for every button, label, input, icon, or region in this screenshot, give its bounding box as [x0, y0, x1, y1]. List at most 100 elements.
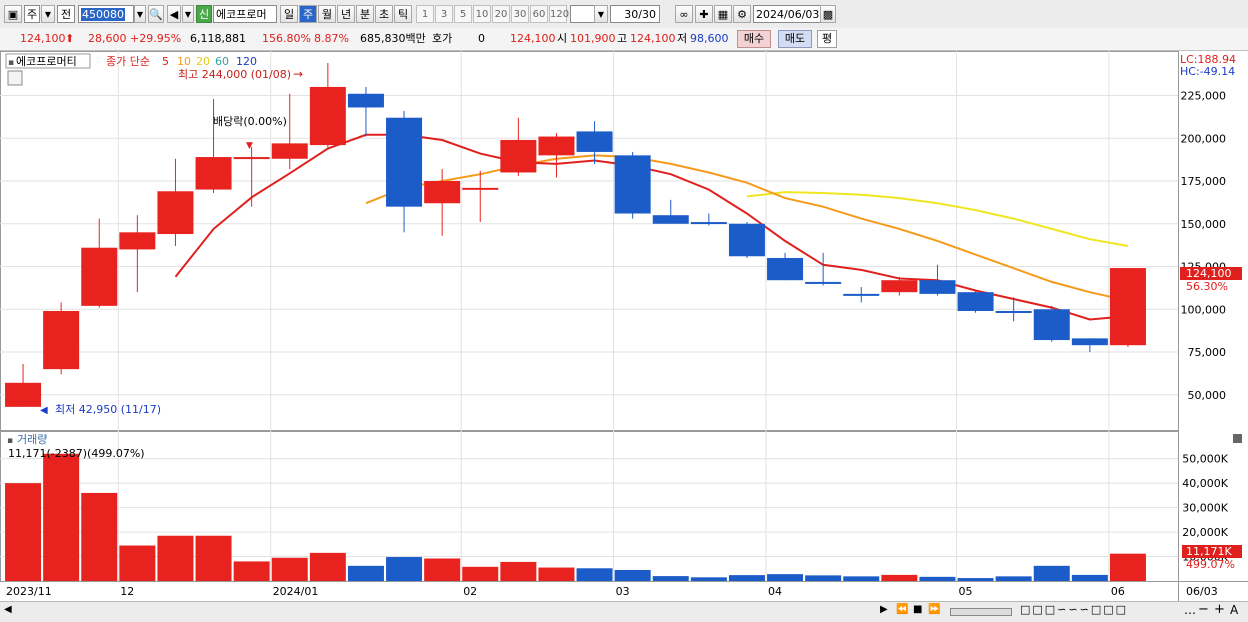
type-select[interactable]: 주: [24, 5, 40, 23]
low-label: 저: [677, 32, 688, 45]
volume-bar: [195, 535, 232, 581]
binoculars-icon[interactable]: ∞: [675, 5, 693, 23]
date-label: 02: [463, 585, 477, 598]
chevron-down-icon[interactable]: ▼: [134, 5, 146, 23]
gear-icon[interactable]: ⚙: [733, 5, 751, 23]
volume-value: 6,118,881: [190, 32, 246, 45]
interval-tab-30[interactable]: 30: [511, 5, 529, 23]
chevron-down-icon[interactable]: ▼: [594, 5, 608, 23]
volume-bar: [386, 557, 423, 581]
trade-amount: 685,830백만: [360, 32, 426, 45]
volume-ratio: 156.80%: [262, 32, 311, 45]
stock-name: 에코프로머: [213, 5, 277, 23]
sell-button[interactable]: 매도: [778, 30, 812, 48]
dividend-marker-icon: ▼: [246, 141, 253, 151]
zoom-out-icon[interactable]: −: [1198, 602, 1209, 617]
chart-area: 225,000200,000175,000150,000125,000100,0…: [0, 51, 1248, 601]
chevron-down-icon[interactable]: ▼: [182, 5, 194, 23]
volume-bar: [271, 557, 308, 581]
volume-bar: [614, 569, 651, 581]
volume-title: 거래량: [17, 433, 47, 446]
interval-tab-5[interactable]: 5: [454, 5, 472, 23]
code-input[interactable]: 450080: [78, 5, 134, 23]
crosshair-icon[interactable]: ✚: [695, 5, 713, 23]
volume-bar: [728, 575, 765, 581]
candle-body: [43, 310, 80, 370]
candle-body: [1071, 338, 1108, 346]
hoga-value: 0: [478, 32, 485, 45]
volume-bar: [843, 576, 880, 581]
search-icon[interactable]: 🔍: [148, 5, 164, 23]
zoom-in-icon[interactable]: +: [1214, 602, 1225, 617]
layout-icon[interactable]: ▣: [4, 5, 22, 23]
volume-tick-label: 30,000K: [1182, 502, 1228, 515]
legend-ma-5: 5: [162, 55, 169, 68]
interval-tab-1[interactable]: 1: [416, 5, 434, 23]
scroll-left-icon[interactable]: ◀: [4, 604, 12, 615]
rewind-icon[interactable]: ⏪: [896, 604, 908, 615]
candlestick-chart[interactable]: 225,000200,000175,000150,000125,000100,0…: [0, 51, 1248, 601]
save-icon[interactable]: ▦: [714, 5, 732, 23]
candle-body: [233, 157, 270, 160]
zoom-slider[interactable]: [950, 608, 1012, 616]
price-tick-label: 175,000: [1181, 175, 1227, 188]
period-tab-3[interactable]: 년: [337, 5, 355, 23]
period-tab-2[interactable]: 월: [318, 5, 336, 23]
last-price-label: 124,100: [1186, 267, 1232, 280]
legend-ma-120: 120: [236, 55, 257, 68]
play-icon[interactable]: ▶: [880, 604, 888, 615]
reset-icon[interactable]: …: [1184, 603, 1196, 617]
period-tab-4[interactable]: 분: [356, 5, 374, 23]
volume-legend-marker-icon: ▪: [7, 436, 13, 446]
change-percent: +29.95%: [130, 32, 182, 45]
volume-bar: [576, 568, 613, 581]
price-tick-label: 200,000: [1181, 132, 1227, 145]
candle-body: [614, 155, 651, 214]
volume-bar: [81, 492, 118, 581]
period-tab-5[interactable]: 초: [375, 5, 393, 23]
eval-button[interactable]: 평: [817, 30, 837, 48]
open-price: 101,900: [570, 32, 616, 45]
candle-body: [271, 143, 308, 159]
volume-info: 11,171(-2387)(499.07%): [8, 447, 145, 460]
count-input[interactable]: 30/30: [610, 5, 660, 23]
period-tab-0[interactable]: 일: [280, 5, 298, 23]
calendar-icon[interactable]: ▩: [820, 5, 836, 23]
volume-bar: [1071, 574, 1108, 581]
speaker-icon[interactable]: ◀: [167, 5, 181, 23]
candle-body: [957, 292, 994, 311]
interval-tab-10[interactable]: 10: [473, 5, 491, 23]
date-label: 2023/11: [6, 585, 52, 598]
price-tick-label: 75,000: [1188, 346, 1227, 359]
volume-tick-label: 20,000K: [1182, 526, 1228, 539]
candle-body: [424, 181, 461, 204]
date-input[interactable]: 2024/06/03: [753, 5, 821, 23]
candle-body: [690, 222, 727, 225]
font-size-icon[interactable]: A: [1230, 603, 1238, 617]
low-arrow-icon: ◀: [40, 405, 48, 416]
drawing-tools-icon[interactable]: □□□∽∽∽□□□: [1020, 603, 1128, 616]
prefix-select[interactable]: 전: [57, 5, 75, 23]
stop-icon[interactable]: ■: [913, 604, 922, 615]
interval-tab-60[interactable]: 60: [530, 5, 548, 23]
buy-button[interactable]: 매수: [737, 30, 771, 48]
high-label: 고: [617, 32, 628, 45]
fast-forward-icon[interactable]: ⏩: [928, 604, 940, 615]
open-label: 시: [557, 32, 568, 45]
volume-bar: [233, 561, 270, 581]
candle-body: [1033, 309, 1070, 341]
chevron-down-icon[interactable]: ▼: [41, 5, 55, 23]
scroll-bar[interactable]: ◀ ▶ ⏪ ■ ⏩ □□□∽∽∽□□□ … − + A: [0, 601, 1248, 622]
interval-tab-120[interactable]: 120: [549, 5, 569, 23]
candle-body: [881, 280, 918, 293]
period-tab-6[interactable]: 틱: [394, 5, 412, 23]
volume-bar: [1109, 553, 1146, 581]
legend-name: 에코프로머티: [16, 55, 77, 68]
high-annotation: 최고 244,000 (01/08): [178, 68, 291, 81]
interval-tab-3[interactable]: 3: [435, 5, 453, 23]
period-tab-1[interactable]: 주: [299, 5, 317, 23]
price-tick-label: 225,000: [1181, 89, 1227, 102]
volume-bar: [881, 574, 918, 581]
volume-bar: [690, 577, 727, 581]
interval-tab-20[interactable]: 20: [492, 5, 510, 23]
